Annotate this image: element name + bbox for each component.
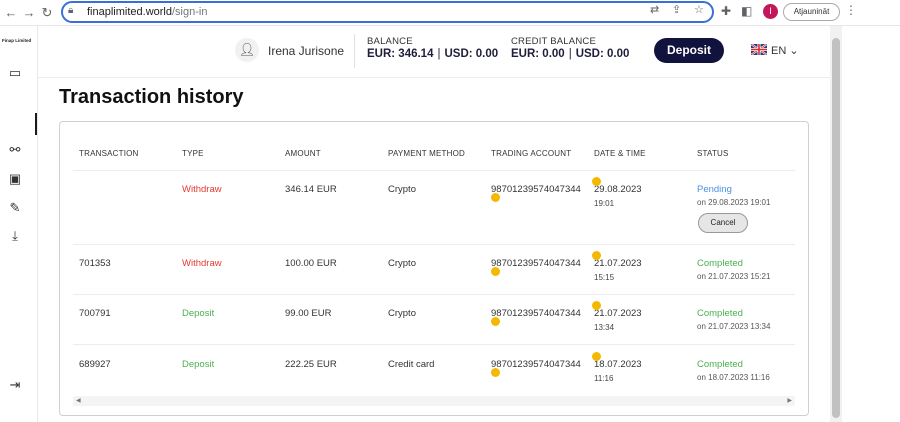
status-detail: on 21.07.2023 13:34 — [697, 322, 771, 331]
trading-account: 98701239574047344 — [491, 258, 581, 269]
user-avatar-icon[interactable]: 👤︎ — [235, 38, 259, 62]
row-divider — [73, 344, 795, 345]
scrollbar-thumb[interactable] — [832, 38, 840, 418]
reload-icon[interactable]: ↻ — [38, 4, 56, 22]
extensions-icon[interactable]: ✚ — [721, 4, 731, 18]
column-header: TRADING ACCOUNT — [491, 149, 572, 158]
status-badge: Completed — [697, 359, 743, 370]
status-detail: on 18.07.2023 11:16 — [697, 373, 770, 382]
transaction-id: 700791 — [79, 308, 111, 319]
column-header: PAYMENT METHOD — [388, 149, 466, 158]
time: 11:16 — [594, 374, 614, 383]
copy-marker-icon[interactable] — [592, 177, 601, 186]
archive-icon[interactable]: ▣ — [6, 170, 24, 188]
date: 21.07.2023 — [594, 258, 642, 269]
copy-marker-icon[interactable] — [592, 301, 601, 310]
credit-balance-values: EUR: 0.00 | USD: 0.00 — [511, 48, 630, 60]
chevron-down-icon: ⌄ — [789, 45, 799, 57]
column-header: AMOUNT — [285, 149, 321, 158]
column-header: STATUS — [697, 149, 729, 158]
user-name[interactable]: Irena Jurisone — [268, 44, 344, 58]
browser-menu-icon[interactable]: ⋮ — [845, 3, 857, 17]
row-divider — [73, 294, 795, 295]
network-icon[interactable]: ⚯ — [6, 141, 24, 159]
download-icon[interactable]: ⤓ — [6, 227, 24, 245]
side-panel-icon[interactable]: ◧ — [741, 4, 752, 18]
profile-avatar[interactable]: I — [763, 4, 778, 19]
payment-method: Credit card — [388, 359, 435, 370]
payment-method: Crypto — [388, 258, 416, 269]
balance-title: BALANCE — [367, 36, 413, 47]
payment-method: Crypto — [388, 184, 416, 195]
logout-icon[interactable]: ⇥ — [6, 376, 24, 394]
amount: 99.00 EUR — [285, 308, 332, 319]
time: 15:15 — [594, 273, 615, 282]
amount: 100.00 EUR — [285, 258, 337, 269]
time: 19:01 — [594, 199, 615, 208]
status-badge: Completed — [697, 308, 743, 319]
trading-account: 98701239574047344 — [491, 308, 581, 319]
amount: 346.14 EUR — [285, 184, 337, 195]
date: 18.07.2023 — [594, 359, 642, 370]
table-horizontal-scrollbar[interactable]: ◀ ▶ — [73, 396, 795, 406]
translate-icon[interactable]: ⇄ — [650, 3, 659, 16]
back-arrow-icon[interactable]: ← — [2, 4, 20, 22]
transaction-type: Deposit — [182, 308, 215, 319]
page-title: Transaction history — [59, 86, 244, 108]
uk-flag-icon — [751, 44, 767, 55]
time: 13:34 — [594, 323, 615, 332]
page-scrollbar[interactable] — [830, 26, 842, 422]
copy-marker-icon[interactable] — [491, 193, 500, 202]
payment-method: Crypto — [388, 308, 416, 319]
deposit-button[interactable]: Deposit — [654, 38, 724, 63]
balance-values: EUR: 346.14 | USD: 0.00 — [367, 48, 499, 60]
transaction-id: 701353 — [79, 258, 111, 269]
url-text: finaplimited.world/sign-in — [87, 6, 208, 18]
row-divider — [73, 170, 795, 171]
browser-update-button[interactable]: Atjaunināt — [783, 3, 840, 21]
trading-account: 98701239574047344 — [491, 184, 581, 195]
transaction-table: TRANSACTION TYPE AMOUNT PAYMENT METHOD T… — [59, 121, 809, 416]
transaction-id: 689927 — [79, 359, 111, 370]
status-detail: on 21.07.2023 15:21 — [697, 272, 771, 281]
column-header: TRANSACTION — [79, 149, 139, 158]
status-badge: Pending — [697, 184, 732, 195]
date: 29.08.2023 — [594, 184, 642, 195]
transaction-type: Deposit — [182, 359, 215, 370]
address-bar[interactable]: 🔒︎ finaplimited.world/sign-in — [61, 1, 714, 23]
language-code: EN — [771, 45, 787, 57]
scroll-left-icon[interactable]: ◀ — [76, 396, 81, 406]
wallet-icon[interactable]: ▭ — [6, 64, 24, 82]
language-selector[interactable]: EN ⌄ — [751, 44, 799, 57]
share-icon[interactable]: ⇪ — [672, 3, 681, 16]
forward-arrow-icon[interactable]: → — [20, 4, 38, 22]
copy-marker-icon[interactable] — [592, 251, 601, 260]
copy-marker-icon[interactable] — [491, 368, 500, 377]
transaction-type: Withdraw — [182, 258, 222, 269]
status-badge: Completed — [697, 258, 743, 269]
trading-account: 98701239574047344 — [491, 359, 581, 370]
browser-toolbar: ← → ↻ 🔒︎ finaplimited.world/sign-in ⇄ ⇪ … — [0, 0, 900, 26]
sidebar: Finap Limited ▭ ⚯ ▣ ✎ ⤓ ⇥ — [0, 26, 38, 422]
app-header: 👤︎ Irena Jurisone BALANCE EUR: 346.14 | US… — [38, 26, 830, 78]
credit-balance-title: CREDIT BALANCE — [511, 36, 596, 47]
cancel-button[interactable]: Cancel — [698, 213, 748, 233]
divider — [354, 34, 355, 68]
column-header: TYPE — [182, 149, 204, 158]
date: 21.07.2023 — [594, 308, 642, 319]
scroll-right-icon[interactable]: ▶ — [787, 396, 792, 406]
active-indicator — [35, 113, 37, 135]
status-detail: on 29.08.2023 19:01 — [697, 198, 771, 207]
site-info-icon[interactable]: 🔒︎ — [68, 5, 73, 16]
copy-marker-icon[interactable] — [491, 267, 500, 276]
document-edit-icon[interactable]: ✎ — [6, 199, 24, 217]
amount: 222.25 EUR — [285, 359, 337, 370]
copy-marker-icon[interactable] — [592, 352, 601, 361]
transaction-type: Withdraw — [182, 184, 222, 195]
row-divider — [73, 244, 795, 245]
column-header: DATE & TIME — [594, 149, 646, 158]
bookmark-star-icon[interactable]: ☆ — [694, 3, 704, 16]
brand-logo: Finap Limited — [2, 38, 32, 43]
copy-marker-icon[interactable] — [491, 317, 500, 326]
